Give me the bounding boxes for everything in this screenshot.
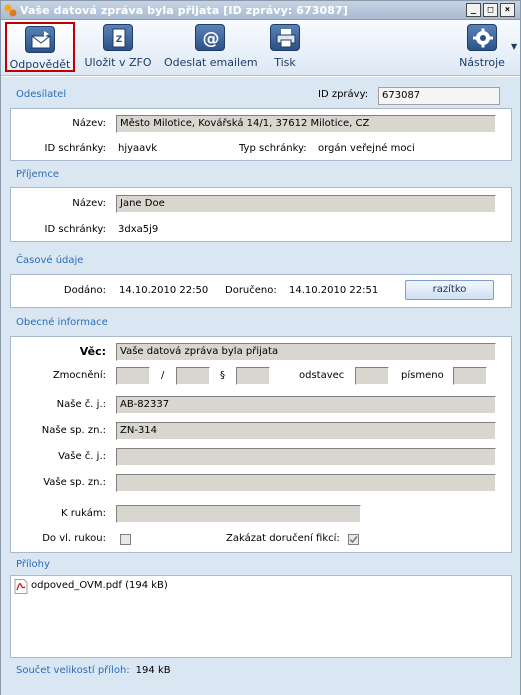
our-ref-label: Naše č. j.: [56, 399, 106, 410]
subject-label: Věc: [79, 345, 106, 358]
timing-heading: Časové údaje [16, 255, 84, 266]
your-ref-field [116, 448, 496, 466]
timing-panel: Dodáno: 14.10.2010 22:50 Doručeno: 14.10… [10, 274, 512, 308]
sender-heading-text: Odesílatel [16, 89, 67, 100]
personal-delivery-checkbox[interactable] [120, 534, 131, 545]
authority-section-sign: § [220, 370, 225, 381]
list-item[interactable]: odpoved_OVM.pdf (194 kB) [11, 576, 211, 596]
recipient-box-id-label: ID schránky: [44, 224, 106, 235]
close-button[interactable]: × [500, 3, 515, 17]
our-ref-field: AB-82337 [116, 396, 496, 414]
send-email-button[interactable]: @ Odeslat emailem [164, 22, 258, 72]
your-ref-label: Vaše č. j.: [58, 451, 106, 462]
sender-box-type-label: Typ schránky: [239, 143, 307, 154]
at-sign-icon: @ [195, 24, 225, 51]
your-file-field [116, 474, 496, 492]
paragraph-field [355, 367, 389, 385]
sender-panel: Název: Město Milotice, Kovářská 14/1, 37… [10, 108, 512, 161]
maximize-button[interactable]: □ [483, 3, 498, 17]
print-button[interactable]: Tisk [263, 22, 307, 72]
general-panel: Věc: Vaše datová zpráva byla přijata Zmo… [10, 336, 512, 553]
checkmark-icon [349, 536, 358, 544]
total-size-value: 194 kB [135, 665, 171, 676]
recipient-name-field: Jane Doe [116, 195, 496, 213]
authority-label: Zmocnění: [52, 370, 106, 381]
attention-field [116, 505, 361, 523]
sender-box-id-value: hjyaavk [118, 143, 157, 154]
sender-box-id-label: ID schránky: [44, 143, 106, 154]
attention-label: K rukám: [60, 508, 106, 519]
attachments-total-bar: Součet velikostí příloh: 194 kB [5, 661, 516, 681]
received-value: 14.10.2010 22:51 [289, 285, 379, 296]
message-window: Vaše datová zpráva byla přijata [ID zprá… [0, 0, 521, 695]
reply-label: Odpovědět [9, 58, 71, 71]
envelope-reply-icon [25, 26, 55, 53]
save-zfo-label: Uložit v ZFO [84, 56, 152, 69]
your-file-label: Vaše sp. zn.: [43, 477, 106, 488]
print-label: Tisk [274, 56, 296, 69]
sender-name-field: Město Milotice, Kovářská 14/1, 37612 Mil… [116, 115, 496, 133]
our-file-field: ZN-314 [116, 422, 496, 440]
letter-field [453, 367, 487, 385]
recipient-heading: Příjemce [16, 169, 60, 180]
total-size-label: Součet velikostí příloh: [16, 665, 130, 676]
fiction-label: Zakázat doručení fikcí: [226, 533, 340, 544]
sender-box-type-value: orgán veřejné moci [318, 143, 415, 154]
printer-icon [270, 24, 300, 51]
letter-label: písmeno [401, 370, 444, 381]
message-id-label: ID zprávy: [318, 89, 369, 100]
message-detail: Odesílatel ID zprávy: 673087 Název: Měst… [1, 77, 520, 695]
stamp-button[interactable]: razítko [405, 280, 494, 300]
save-zfo-button[interactable]: Z Uložit v ZFO [83, 22, 153, 72]
minimize-button[interactable]: _ [466, 3, 481, 17]
tools-label: Nástroje [459, 56, 505, 69]
attachments-list[interactable]: odpoved_OVM.pdf (194 kB) [10, 575, 512, 658]
authority-slash: / [161, 370, 165, 381]
tools-dropdown-arrow-icon[interactable]: ▼ [511, 42, 517, 51]
title-bar[interactable]: Vaše datová zpráva byla přijata [ID zprá… [1, 1, 520, 20]
send-email-label: Odeslat emailem [164, 56, 258, 69]
authority-section-field [236, 367, 270, 385]
window-title: Vaše datová zpráva byla přijata [ID zprá… [20, 4, 348, 17]
message-id-field: 673087 [378, 87, 500, 105]
delivered-label: Dodáno: [63, 285, 106, 296]
reply-button[interactable]: Odpovědět [5, 22, 75, 72]
svg-text:@: @ [203, 29, 220, 48]
authority-law-field [116, 367, 150, 385]
toolbar: Odpovědět Z Uložit v ZFO @ Odeslat email… [1, 20, 520, 76]
pdf-icon [14, 579, 28, 594]
gear-icon [467, 24, 497, 51]
attachments-heading: Přílohy [16, 559, 50, 570]
personal-delivery-label: Do vl. rukou: [42, 533, 106, 544]
tools-button[interactable]: Nástroje [456, 22, 508, 72]
authority-year-field [176, 367, 210, 385]
fiction-checkbox[interactable] [348, 534, 359, 545]
recipient-panel: Název: Jane Doe ID schránky: 3dxa5j9 [10, 187, 512, 242]
sender-heading: Odesílatel ID zprávy: 673087 [5, 85, 516, 105]
app-icon [4, 4, 17, 17]
delivered-value: 14.10.2010 22:50 [119, 285, 209, 296]
sender-name-label: Název: [72, 118, 106, 129]
recipient-name-label: Název: [72, 198, 106, 209]
svg-text:Z: Z [116, 35, 123, 45]
received-label: Doručeno: [225, 285, 277, 296]
general-heading: Obecné informace [16, 317, 108, 328]
attachment-name: odpoved_OVM.pdf (194 kB) [31, 580, 168, 591]
zfo-file-icon: Z [103, 24, 133, 51]
paragraph-label: odstavec [299, 370, 345, 381]
our-file-label: Naše sp. zn.: [41, 425, 106, 436]
recipient-box-id-value: 3dxa5j9 [118, 224, 159, 235]
subject-field: Vaše datová zpráva byla přijata [116, 343, 496, 361]
